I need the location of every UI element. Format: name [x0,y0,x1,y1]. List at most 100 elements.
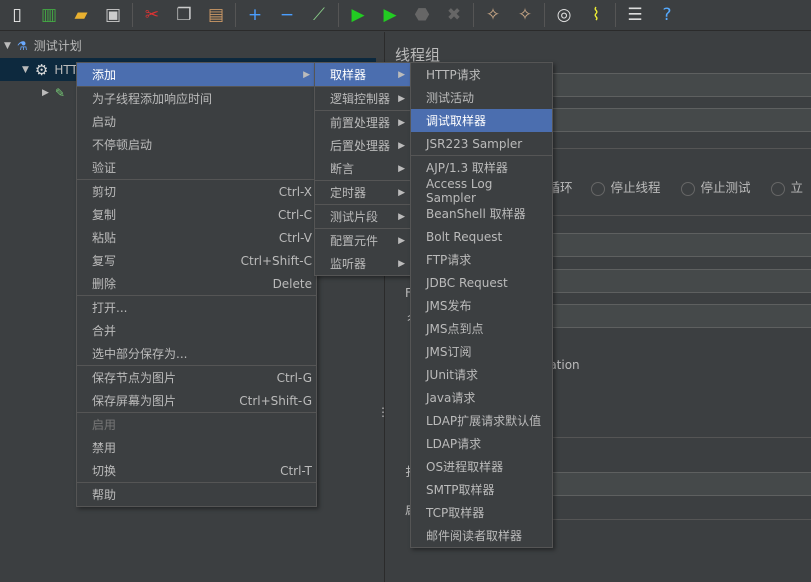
templates-button[interactable]: ▥ [36,2,62,28]
menu-item[interactable]: 调试取样器 [411,109,552,132]
rampup-field[interactable] [535,269,811,293]
menu-item[interactable]: 切换 Ctrl-T [77,459,316,482]
collapse-button[interactable]: − [274,2,300,28]
menu-item[interactable]: JMS发布 [411,294,552,317]
menu-item[interactable]: JDBC Request [411,271,552,294]
menu-item-label: 禁用 [92,441,117,455]
menu-item[interactable]: 后置处理器 ▶ [315,134,411,157]
menu-item[interactable]: 取样器 ▶ [315,63,411,86]
menu-item[interactable]: JUnit请求 [411,363,552,386]
menu-item-label: Access Log Sampler [426,176,493,205]
menu-item[interactable]: 前置处理器 ▶ [315,111,411,134]
menu-item[interactable]: Java请求 [411,386,552,409]
menu-item[interactable]: 选中部分保存为... [77,342,316,365]
tree-node-test-plan[interactable]: ▼ ⚗ 测试计划 [0,34,376,57]
menu-item[interactable]: 监听器 ▶ [315,252,411,275]
menu-item[interactable]: 添加 ▶ [77,63,316,86]
menu-item[interactable]: Access Log Sampler [411,176,552,205]
menu-item[interactable]: 打开... [77,296,316,319]
expand-arrow-icon[interactable]: ▼ [4,41,11,51]
toolbar-separator [473,3,474,27]
expand-button[interactable]: + [242,2,268,28]
menu-item[interactable]: FTP请求 [411,248,552,271]
menu-item-label: FTP请求 [426,253,472,267]
menu-item[interactable]: 验证 [77,156,316,179]
menu-item-label: JSR223 Sampler [426,136,523,151]
menu-item[interactable]: 测试片段 ▶ [315,205,411,228]
menu-item[interactable]: 合并 [77,319,316,342]
loop-field[interactable] [535,304,811,328]
radio-stop-thread[interactable]: 停止线程 [590,180,661,196]
sampler-submenu: HTTP请求 测试活动 调试取样器 JSR223 Sampler AJP/1.3 取样器… [410,62,553,548]
start-no-pause-icon: ▶ [383,5,397,25]
submenu-arrow-icon: ▶ [398,235,405,246]
name-field[interactable] [535,73,811,97]
radio-stop-now[interactable]: 立 [770,180,803,196]
menu-item-label: 邮件阅读者取样器 [426,529,523,543]
reset-search-button[interactable]: ⌇ [583,2,609,28]
menu-item[interactable]: 配置元件 ▶ [315,229,411,252]
menu-item[interactable]: OS进程取样器 [411,455,552,478]
menu-item[interactable]: 启用 [77,413,316,436]
menu-item[interactable]: 邮件阅读者取样器 [411,524,552,547]
comment-field[interactable] [535,108,811,132]
sampler-icon: ✎ [54,85,65,100]
menu-item[interactable]: JMS订阅 [411,340,552,363]
collapse-arrow-icon[interactable]: ▶ [42,88,49,98]
stop-button[interactable]: ⬣ [409,2,435,28]
menu-item-label: LDAP扩展请求默认值 [426,414,542,428]
menu-item[interactable]: 复写 Ctrl+Shift-C [77,249,316,272]
start-no-pause-button[interactable]: ▶ [377,2,403,28]
menu-item[interactable]: JSR223 Sampler [411,132,552,155]
search-button[interactable]: ◎ [551,2,577,28]
submenu-arrow-icon: ▶ [303,69,310,80]
duration-field[interactable] [535,472,811,496]
menu-item-label: 切换 [92,464,117,478]
menu-item[interactable]: TCP取样器 [411,501,552,524]
copy-button[interactable]: ❐ [171,2,197,28]
menu-item[interactable]: 断言 ▶ [315,157,411,180]
threads-field[interactable] [535,233,811,257]
menu-item-label: JMS订阅 [426,345,472,359]
menu-item[interactable]: LDAP扩展请求默认值 [411,409,552,432]
menu-item[interactable]: JMS点到点 [411,317,552,340]
toggle-button[interactable]: ⟋ [306,2,332,28]
menu-item[interactable]: 逻辑控制器 ▶ [315,87,411,110]
menu-item[interactable]: 测试活动 [411,86,552,109]
menu-item[interactable]: 粘贴 Ctrl-V [77,226,316,249]
menu-item[interactable]: 剪切 Ctrl-X [77,180,316,203]
new-button[interactable]: ▯ [4,2,30,28]
help-button[interactable]: ? [654,2,680,28]
cut-button[interactable]: ✂ [139,2,165,28]
menu-item[interactable]: SMTP取样器 [411,478,552,501]
menu-item[interactable]: HTTP请求 [411,63,552,86]
menu-item[interactable]: Bolt Request [411,225,552,248]
menu-item[interactable]: 禁用 [77,436,316,459]
open-button[interactable]: ▰ [68,2,94,28]
menu-item[interactable]: 保存屏幕为图片 Ctrl+Shift-G [77,389,316,412]
menu-item[interactable]: BeanShell 取样器 [411,202,552,225]
menu-item-label: 测试活动 [426,91,475,105]
menu-item-label: Java请求 [426,391,476,405]
menu-item[interactable]: 帮助 [77,483,316,506]
function-helper-icon: ☰ [627,5,643,25]
menu-item[interactable]: LDAP请求 [411,432,552,455]
shutdown-button[interactable]: ✖ [441,2,467,28]
clear-all-button[interactable]: ✧ [512,2,538,28]
error-action-row: 程循环 停止线程 停止测试 立 [535,177,803,196]
menu-item[interactable]: 保存节点为图片 Ctrl-G [77,366,316,389]
menu-item[interactable]: 为子线程添加响应时间 [77,87,316,110]
menu-item[interactable]: 启动 [77,110,316,133]
menu-item-label: 添加 [92,68,117,82]
radio-stop-test[interactable]: 停止测试 [680,180,751,196]
menu-item[interactable]: 删除 Delete [77,272,316,295]
save-button[interactable]: ▣ [100,2,126,28]
expand-arrow-icon[interactable]: ▼ [22,65,29,75]
start-button[interactable]: ▶ [345,2,371,28]
menu-item[interactable]: 复制 Ctrl-C [77,203,316,226]
paste-button[interactable]: ▤ [203,2,229,28]
menu-item[interactable]: 不停顿启动 [77,133,316,156]
menu-item[interactable]: 定时器 ▶ [315,181,411,204]
clear-button[interactable]: ✧ [480,2,506,28]
function-helper-button[interactable]: ☰ [622,2,648,28]
